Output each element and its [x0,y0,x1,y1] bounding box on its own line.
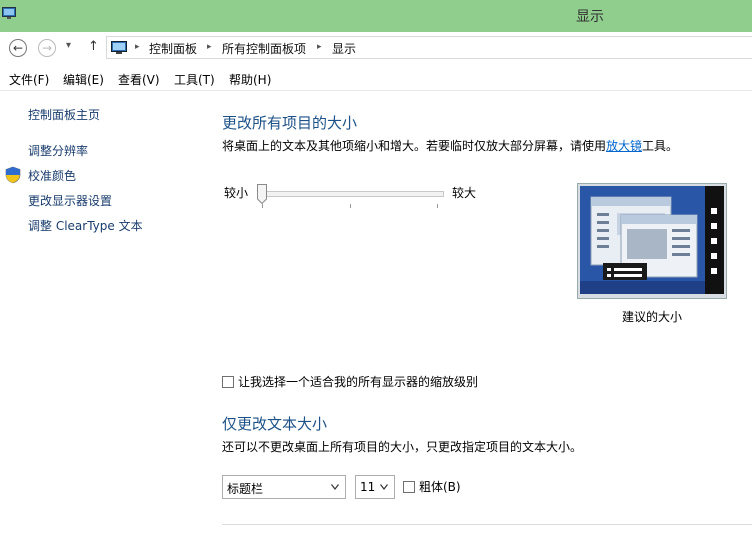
breadcrumb-control-panel[interactable]: 控制面板 [149,40,197,57]
size-preview-image [577,183,727,299]
sidebar-item-cleartype[interactable]: 调整 ClearType 文本 [28,217,143,234]
sidebar-item-calibrate-color[interactable]: 校准颜色 [28,167,76,184]
bold-checkbox[interactable] [403,481,415,493]
up-button[interactable]: ↑ [88,39,99,54]
control-panel-icon [111,41,127,54]
text-size-select-value: 11 [360,480,376,494]
size-slider-track[interactable] [258,191,444,197]
section-divider [222,524,752,525]
size-section-heading: 更改所有项目的大小 [222,114,358,132]
title-bar: 显示 [0,0,752,32]
menu-file[interactable]: 文件(F) [9,71,49,88]
shield-icon [5,166,21,184]
slider-tick [350,204,351,208]
menu-tools[interactable]: 工具(T) [174,71,215,88]
size-section-description: 将桌面上的文本及其他项缩小和增大。若要临时仅放大部分屏幕，请使用放大镜工具。 [222,137,678,154]
text-item-select-value: 标题栏 [227,482,264,496]
breadcrumb-separator: ▸ [317,42,322,52]
address-bar[interactable]: ▸ 控制面板 ▸ 所有控制面板项 ▸ 显示 [106,36,752,59]
magnifier-link[interactable]: 放大镜 [606,139,642,153]
slider-tick [262,204,263,208]
chevron-down-icon [331,484,339,490]
back-button[interactable]: ← [9,39,27,57]
description-suffix: 工具。 [642,139,679,153]
menu-help[interactable]: 帮助(H) [229,71,271,88]
sidebar-item-change-display-settings[interactable]: 更改显示器设置 [28,192,112,209]
sidebar-control-panel-home[interactable]: 控制面板主页 [28,106,100,123]
menu-view[interactable]: 查看(V) [118,71,160,88]
menu-bar: 文件(F) 编辑(E) 查看(V) 工具(T) 帮助(H) [0,68,752,90]
text-size-select[interactable]: 11 [355,475,395,499]
breadcrumb-separator: ▸ [135,42,140,52]
description-text: 将桌面上的文本及其他项缩小和增大。若要临时仅放大部分屏幕，请使用 [222,139,607,153]
menu-divider [0,90,752,91]
window-title: 显示 [576,9,604,25]
recent-locations-dropdown[interactable]: ▾ [66,40,71,51]
breadcrumb-all-items[interactable]: 所有控制面板项 [222,40,306,57]
bold-label[interactable]: 粗体(B) [419,478,461,495]
custom-scaling-checkbox[interactable] [222,376,234,388]
slider-tick [437,204,438,208]
breadcrumb-separator: ▸ [207,42,212,52]
chevron-down-icon [380,484,388,490]
forward-button[interactable]: → [38,39,56,57]
text-section-heading: 仅更改文本大小 [222,415,328,433]
custom-scaling-label[interactable]: 让我选择一个适合我的所有显示器的缩放级别 [238,373,478,390]
preview-caption: 建议的大小 [622,310,683,324]
display-app-icon [2,7,16,19]
text-item-select[interactable]: 标题栏 [222,475,346,499]
sidebar-item-adjust-resolution[interactable]: 调整分辨率 [28,142,88,159]
menu-edit[interactable]: 编辑(E) [63,71,104,88]
size-slider-thumb[interactable] [257,184,267,204]
text-section-description: 还可以不更改桌面上所有项目的大小，只更改指定项目的文本大小。 [222,440,583,454]
slider-max-label: 较大 [452,186,477,200]
breadcrumb-display[interactable]: 显示 [332,40,356,57]
slider-min-label: 较小 [224,186,249,200]
